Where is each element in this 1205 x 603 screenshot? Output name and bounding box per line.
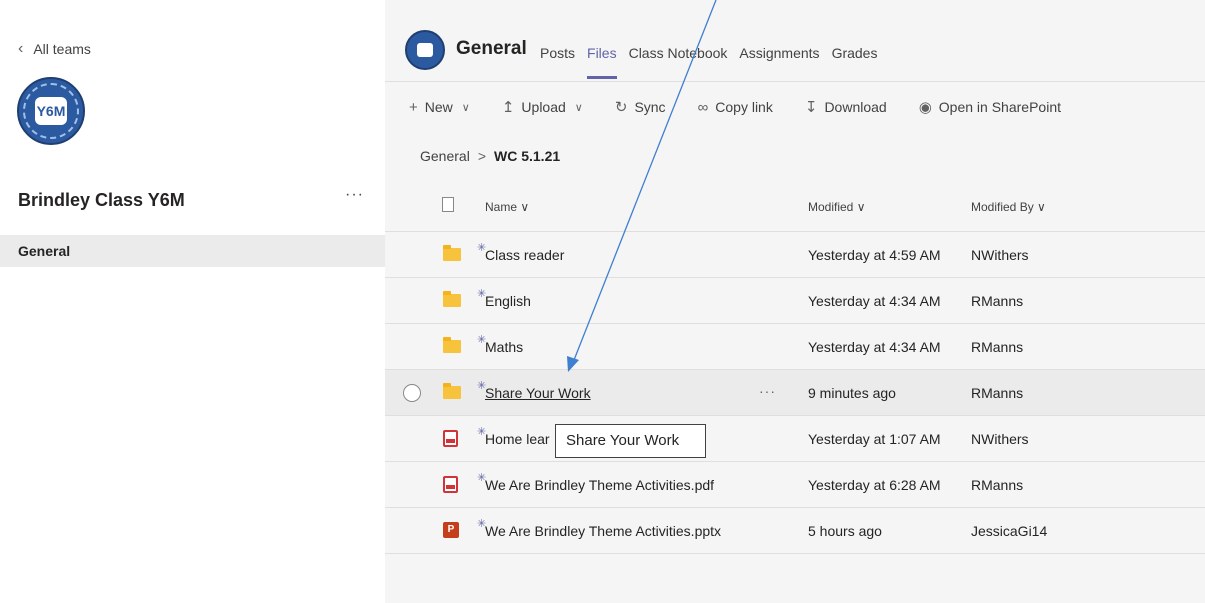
file-modified: Yesterday at 1:07 AM xyxy=(808,431,941,447)
file-modified: 5 hours ago xyxy=(808,523,882,539)
breadcrumb-current: WC 5.1.21 xyxy=(494,148,561,164)
new-button[interactable]: + New ∨ xyxy=(409,99,470,116)
file-modified-by: JessicaGi14 xyxy=(971,523,1048,539)
chevron-down-icon: ∨ xyxy=(461,101,470,114)
file-modified: Yesterday at 6:28 AM xyxy=(808,477,941,493)
row-more-options-button[interactable]: ··· xyxy=(759,383,776,399)
files-toolbar: + New ∨ ↥ Upload ∨ ↻ Sync ∞ Copy link ↧ … xyxy=(385,83,1205,131)
file-name[interactable]: We Are Brindley Theme Activities.pdf xyxy=(485,477,714,493)
chevron-left-icon: ‹ xyxy=(18,40,24,57)
file-modified: 9 minutes ago xyxy=(808,385,896,401)
sharepoint-icon: ◉ xyxy=(918,99,932,116)
upload-icon: ↥ xyxy=(501,99,515,116)
file-name[interactable]: Maths xyxy=(485,339,523,355)
column-header-modified-by-label: Modified By xyxy=(971,200,1034,214)
team-sidebar: ‹ All teams Y6M Brindley Class Y6M ··· G… xyxy=(0,0,385,603)
channel-tabs: Posts Files Class Notebook Assignments G… xyxy=(540,45,878,79)
breadcrumb-separator: > xyxy=(477,148,486,164)
copy-link-button[interactable]: ∞ Copy link xyxy=(698,99,773,116)
channel-item-label: General xyxy=(18,243,71,259)
copy-link-label: Copy link xyxy=(715,99,773,115)
download-button[interactable]: ↧ Download xyxy=(805,98,887,116)
new-label: New xyxy=(424,99,453,115)
pdf-file-icon xyxy=(443,476,458,495)
powerpoint-file-icon: P xyxy=(443,522,459,540)
sync-button[interactable]: ↻ Sync xyxy=(615,98,666,116)
sync-icon: ↻ xyxy=(614,99,628,116)
all-teams-label: All teams xyxy=(33,41,91,57)
tab-files[interactable]: Files xyxy=(587,45,617,79)
column-header-name-label: Name xyxy=(485,200,518,214)
column-header-name[interactable]: Name ∨ xyxy=(485,200,529,214)
file-name[interactable]: English xyxy=(485,293,531,309)
channel-avatar xyxy=(405,30,445,70)
download-icon: ↧ xyxy=(804,99,818,116)
breadcrumb-root[interactable]: General xyxy=(420,148,470,164)
chevron-down-icon: ∨ xyxy=(574,101,583,114)
breadcrumb: General > WC 5.1.21 xyxy=(420,148,560,164)
team-logo-text: Y6M xyxy=(35,97,67,125)
file-modified-by: NWithers xyxy=(971,247,1029,263)
all-teams-back-link[interactable]: ‹ All teams xyxy=(18,40,91,58)
tab-assignments[interactable]: Assignments xyxy=(739,45,819,61)
column-header-modified-label: Modified xyxy=(808,200,854,214)
channel-item-general[interactable]: General xyxy=(0,235,385,267)
column-header-modified[interactable]: Modified ∨ xyxy=(808,200,865,214)
pdf-file-icon xyxy=(443,430,458,449)
table-row[interactable]: P ✳ We Are Brindley Theme Activities.ppt… xyxy=(385,508,1205,554)
team-name: Brindley Class Y6M xyxy=(18,190,185,210)
file-name[interactable]: Class reader xyxy=(485,247,564,263)
channel-title: General xyxy=(456,38,527,59)
team-logo: Y6M xyxy=(17,77,85,145)
open-in-sharepoint-button[interactable]: ◉ Open in SharePoint xyxy=(919,98,1061,116)
plus-icon: + xyxy=(409,98,418,116)
table-row[interactable]: ✳ Maths Yesterday at 4:34 AM RManns xyxy=(385,324,1205,370)
row-select-radio[interactable] xyxy=(403,384,421,402)
file-modified-by: RManns xyxy=(971,477,1024,493)
sync-label: Sync xyxy=(634,99,666,115)
table-row[interactable]: ✳ We Are Brindley Theme Activities.pdf Y… xyxy=(385,462,1205,508)
table-row-hovered[interactable]: ✳ Share Your Work ··· 9 minutes ago RMan… xyxy=(385,370,1205,416)
folder-icon xyxy=(443,383,461,399)
file-list: Name ∨ Modified ∨ Modified By ∨ ✳ Class … xyxy=(385,188,1205,554)
file-modified: Yesterday at 4:59 AM xyxy=(808,247,941,263)
table-row[interactable]: ✳ Class reader Yesterday at 4:59 AM NWit… xyxy=(385,232,1205,278)
file-name-tooltip: Share Your Work xyxy=(555,424,706,458)
file-type-icon[interactable] xyxy=(442,197,454,212)
file-name[interactable]: Share Your Work xyxy=(485,385,591,401)
file-modified: Yesterday at 4:34 AM xyxy=(808,339,941,355)
download-label: Download xyxy=(824,99,887,115)
column-header-modified-by[interactable]: Modified By ∨ xyxy=(971,200,1046,214)
folder-icon xyxy=(443,337,461,353)
team-more-options-button[interactable]: ··· xyxy=(345,186,364,204)
file-modified-by: RManns xyxy=(971,293,1024,309)
table-row[interactable]: ✳ English Yesterday at 4:34 AM RManns xyxy=(385,278,1205,324)
open-in-sharepoint-label: Open in SharePoint xyxy=(938,99,1061,115)
tab-grades[interactable]: Grades xyxy=(832,45,878,61)
table-row[interactable]: ✳ Home lear Yesterday at 1:07 AM NWither… xyxy=(385,416,1205,462)
file-modified-by: RManns xyxy=(971,339,1024,355)
channel-header: General Posts Files Class Notebook Assig… xyxy=(385,0,1205,82)
file-list-header: Name ∨ Modified ∨ Modified By ∨ xyxy=(385,188,1205,232)
channel-avatar-badge xyxy=(417,43,433,57)
files-main-pane: General Posts Files Class Notebook Assig… xyxy=(385,0,1205,603)
file-modified-by: NWithers xyxy=(971,431,1029,447)
upload-label: Upload xyxy=(521,99,566,115)
tab-class-notebook[interactable]: Class Notebook xyxy=(629,45,728,61)
file-modified-by: RManns xyxy=(971,385,1024,401)
upload-button[interactable]: ↥ Upload ∨ xyxy=(502,98,583,116)
folder-icon xyxy=(443,291,461,307)
file-name[interactable]: Home lear xyxy=(485,431,550,447)
link-icon: ∞ xyxy=(697,98,709,116)
folder-icon xyxy=(443,245,461,261)
tab-posts[interactable]: Posts xyxy=(540,45,575,61)
file-modified: Yesterday at 4:34 AM xyxy=(808,293,941,309)
file-name[interactable]: We Are Brindley Theme Activities.pptx xyxy=(485,523,721,539)
